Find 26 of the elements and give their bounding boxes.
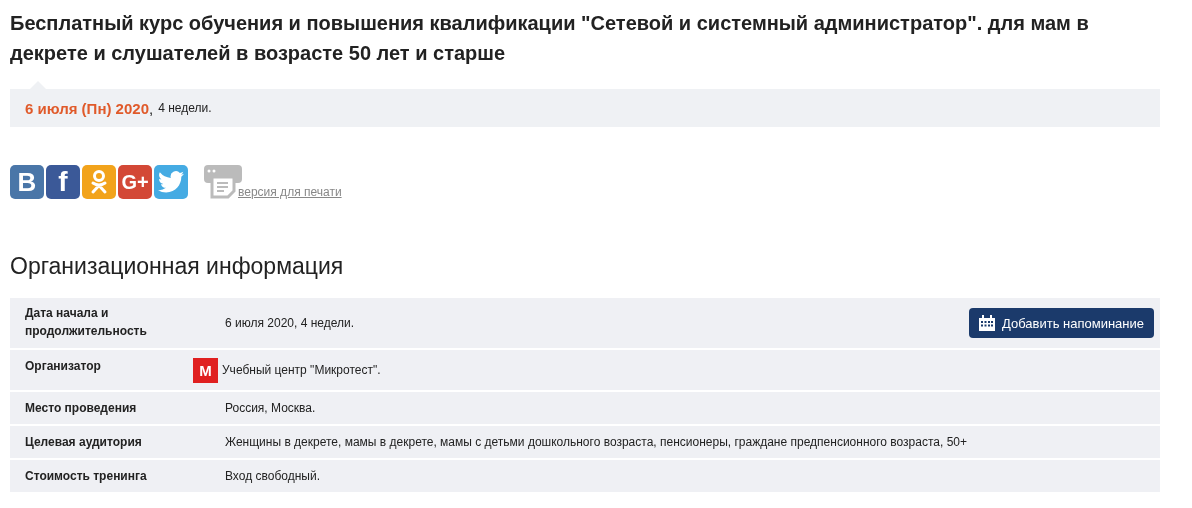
row-label: Организатор <box>25 359 101 373</box>
print-version-link[interactable]: версия для печати <box>238 185 342 199</box>
row-label: Целевая аудитория <box>25 435 142 449</box>
row-label: Дата начала и продолжительность <box>25 306 147 338</box>
row-value: Женщины в декрете, мамы в декрете, мамы с детьми дошкольного возраста, пенсионеры, граждане предпенсионного возраста, 50+ <box>225 435 967 449</box>
bird-icon <box>158 171 184 193</box>
organizer-logo: М <box>193 357 218 383</box>
twitter-share-button[interactable] <box>154 165 188 199</box>
add-reminder-button[interactable]: Добавить напоминание <box>968 308 1154 338</box>
row-value: 6 июля 2020, 4 недели. <box>225 316 354 330</box>
section-heading: Организационная информация <box>10 253 345 280</box>
row-label: Место проведения <box>25 401 137 415</box>
row-label: Стоимость тренинга <box>25 469 147 483</box>
row-value: Россия, Москва. <box>225 401 316 415</box>
googleplus-share-button[interactable]: G+ <box>118 165 152 199</box>
odnoklassniki-icon <box>89 169 109 195</box>
row-value: Учебный центр "Микротест". <box>222 363 381 377</box>
separator: , <box>149 99 154 117</box>
facebook-share-button[interactable]: f <box>46 165 80 199</box>
course-duration: 4 недели. <box>158 101 212 115</box>
course-date: 6 июля (Пн) 2020 <box>25 99 149 117</box>
row-value: Вход свободный. <box>225 469 320 483</box>
calendar-icon <box>978 315 995 331</box>
odnoklassniki-share-button[interactable] <box>82 165 116 199</box>
vk-share-button[interactable]: В <box>10 165 44 199</box>
page-title: Бесплатный курс обучения и повышения квалификации "Сетевой и системный администратор". для мам в декрете и слушателей в возрасте 50 лет и старше <box>10 11 1090 66</box>
